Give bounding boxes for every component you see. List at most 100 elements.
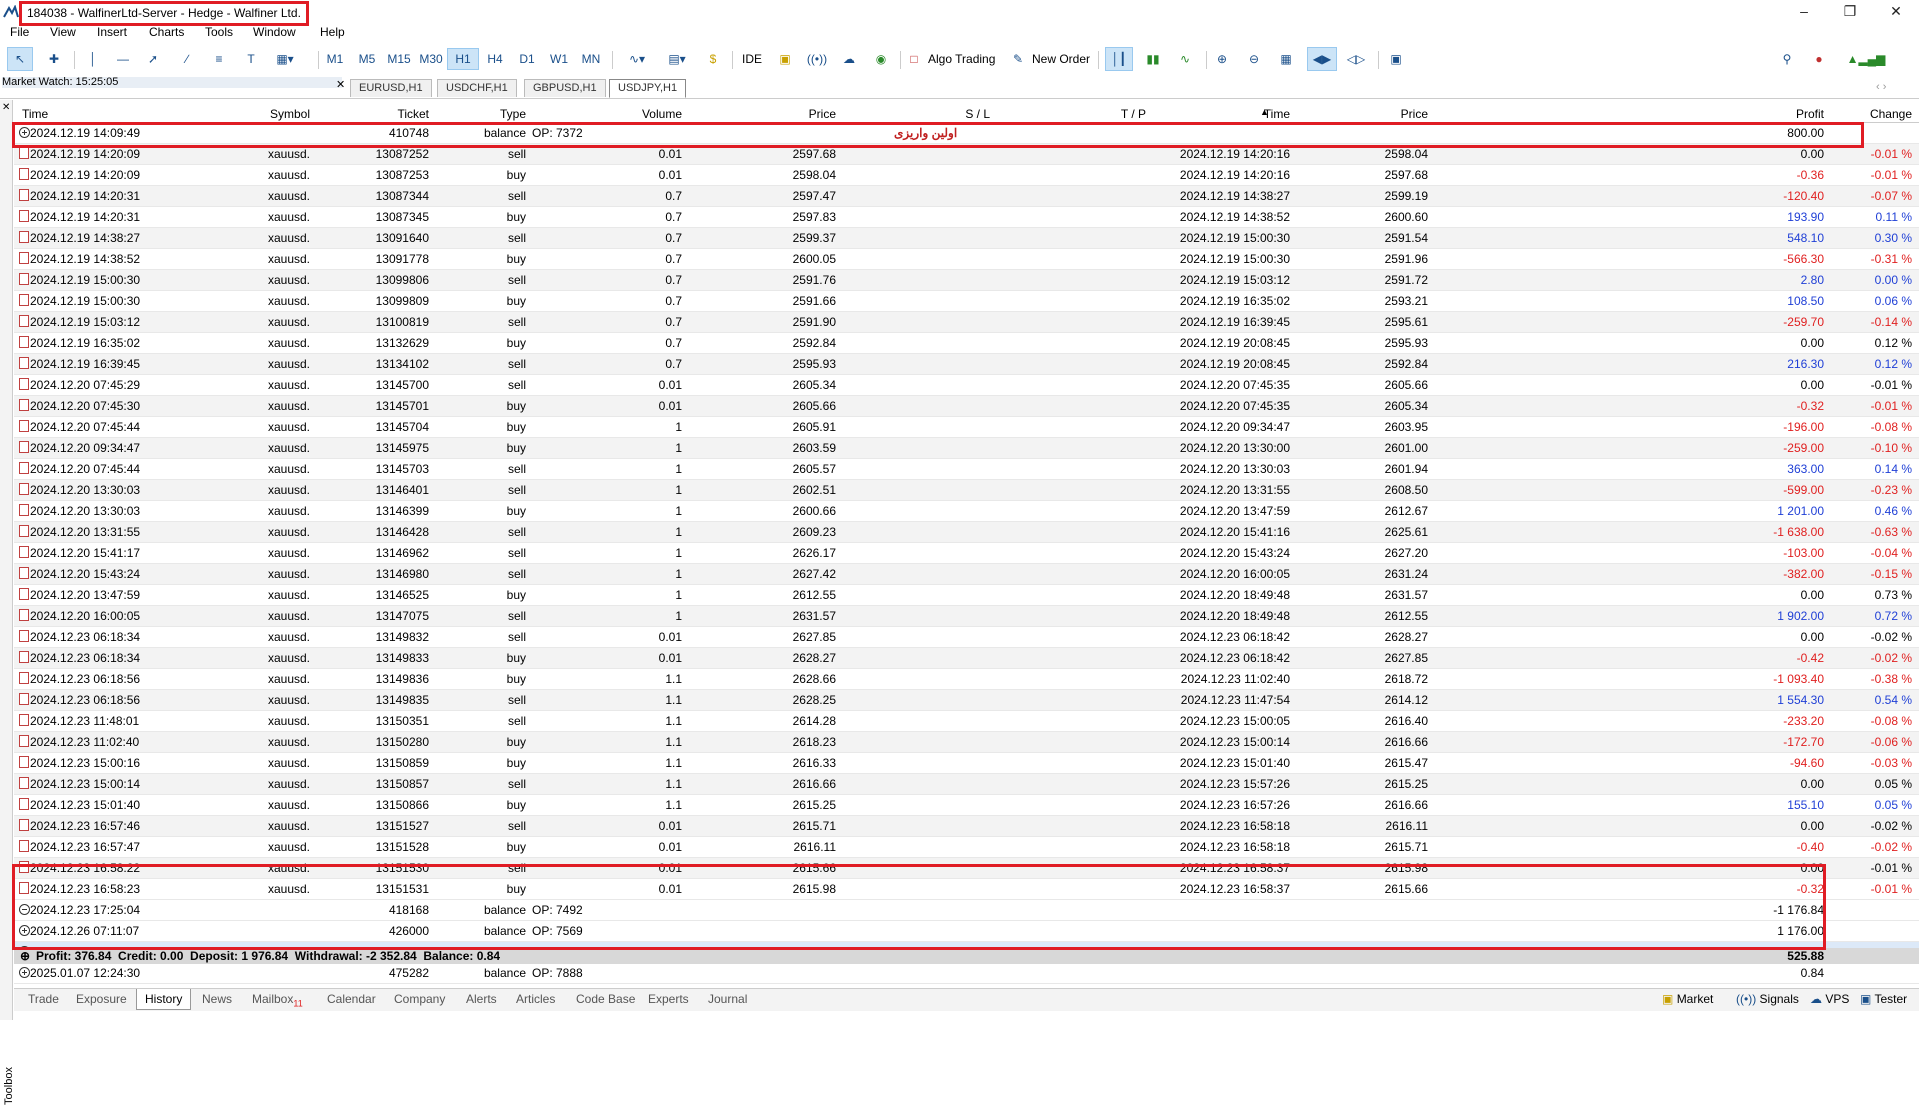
zoom-in-icon[interactable]: ⊕ xyxy=(1210,48,1234,70)
table-row[interactable]: 2024.12.23 15:00:16 xauusd. 13150859 buy 1.1… xyxy=(14,753,1919,774)
table-row[interactable]: 2024.12.19 15:00:30 xauusd. 13099809 buy 0.7… xyxy=(14,291,1919,312)
header-symbol[interactable]: Symbol xyxy=(214,107,310,121)
channel-icon[interactable]: ∕ xyxy=(176,48,198,70)
table-row[interactable]: 2024.12.20 13:47:59 xauusd. 13146525 buy 1 26… xyxy=(14,585,1919,606)
header-type[interactable]: Type xyxy=(444,107,526,121)
tab-journal[interactable]: Journal xyxy=(708,992,747,1006)
table-row[interactable]: 2024.12.20 16:00:05 xauusd. 13147075 sell 1 2… xyxy=(14,606,1919,627)
tab-code-base[interactable]: Code Base xyxy=(576,992,635,1006)
menu-file[interactable]: File xyxy=(10,25,29,39)
menu-tools[interactable]: Tools xyxy=(205,25,233,39)
candlestick-icon[interactable]: ▮▮ xyxy=(1140,48,1166,70)
table-row[interactable]: 2024.12.23 11:48:01 xauusd. 13150351 sell 1.… xyxy=(14,711,1919,732)
table-row[interactable]: 2024.12.19 15:00:30 xauusd. 13099806 sell 0.… xyxy=(14,270,1919,291)
chart-tab-gbpusd[interactable]: GBPUSD,H1 xyxy=(524,79,606,97)
table-row[interactable]: 2024.12.19 14:20:09 xauusd. 13087252 sell 0.… xyxy=(14,144,1919,165)
shapes-icon[interactable]: ▦▾ xyxy=(270,48,300,70)
table-row[interactable]: 2024.12.20 07:45:30 xauusd. 13145701 buy 0.0… xyxy=(14,396,1919,417)
close-button[interactable]: ✕ xyxy=(1876,0,1916,22)
bar-chart-icon[interactable]: │┃ xyxy=(1105,47,1133,71)
table-row[interactable]: 2024.12.20 13:31:55 xauusd. 13146428 sell 1 2… xyxy=(14,522,1919,543)
table-row[interactable]: 2024.12.20 13:30:03 xauusd. 13146401 sell 1 2… xyxy=(14,480,1919,501)
trendline-icon[interactable]: ➚ xyxy=(142,48,164,70)
cursor-icon[interactable]: ↖ xyxy=(7,47,33,71)
line-chart-icon[interactable]: ∿ xyxy=(1172,48,1198,70)
table-row[interactable]: 2024.12.19 14:20:31 xauusd. 13087345 buy 0.7… xyxy=(14,207,1919,228)
chart-tab-usdjpy[interactable]: USDJPY,H1 xyxy=(609,79,687,98)
tab-alerts[interactable]: Alerts xyxy=(466,992,497,1006)
table-row[interactable]: 2024.12.19 14:38:27 xauusd. 13091640 sell 0.… xyxy=(14,228,1919,249)
market-button[interactable]: ▣ Market xyxy=(1662,992,1713,1006)
table-row[interactable]: 2024.12.23 15:00:14 xauusd. 13150857 sell 1.… xyxy=(14,774,1919,795)
notification-icon[interactable]: ● xyxy=(1808,48,1830,70)
header-price[interactable]: Price xyxy=(714,107,836,121)
timeframe-mn[interactable]: MN xyxy=(576,49,606,69)
tab-exposure[interactable]: Exposure xyxy=(76,992,127,1006)
timeframe-w1[interactable]: W1 xyxy=(544,49,574,69)
table-row[interactable]: 2024.12.23 16:58:23 xauusd. 13151531 buy 0.0… xyxy=(14,879,1919,900)
signal-icon[interactable]: ((•)) xyxy=(806,48,828,70)
chart-tab-usdchf[interactable]: USDCHF,H1 xyxy=(437,79,517,97)
autoscroll-icon[interactable]: ◀▶ xyxy=(1307,47,1337,71)
menu-window[interactable]: Window xyxy=(253,25,296,39)
timeframe-d1[interactable]: D1 xyxy=(512,49,542,69)
zoom-out-icon[interactable]: ⊖ xyxy=(1242,48,1266,70)
crosshair-icon[interactable]: ✚ xyxy=(42,48,66,70)
search-icon[interactable]: ⚲ xyxy=(1776,48,1798,70)
table-row[interactable]: 2024.12.23 16:57:46 xauusd. 13151527 sell 0.… xyxy=(14,816,1919,837)
table-row[interactable]: 2024.12.23 15:01:40 xauusd. 13150866 buy 1.1… xyxy=(14,795,1919,816)
timeframe-h1[interactable]: H1 xyxy=(447,48,479,70)
timeframe-m1[interactable]: M1 xyxy=(320,49,350,69)
tab-news[interactable]: News xyxy=(202,992,232,1006)
toolbox-close-icon[interactable]: ✕ xyxy=(2,102,10,113)
table-row[interactable]: 2024.12.19 14:38:52 xauusd. 13091778 buy 0.7… xyxy=(14,249,1919,270)
table-row[interactable]: 2024.12.23 06:18:56 xauusd. 13149836 buy 1.1… xyxy=(14,669,1919,690)
chart-type-icon[interactable]: ∿▾ xyxy=(620,48,654,70)
chart-tab-eurusd[interactable]: EURUSD,H1 xyxy=(350,79,432,97)
menu-charts[interactable]: Charts xyxy=(149,25,184,39)
table-row[interactable]: 2024.12.19 16:39:45 xauusd. 13134102 sell 0.… xyxy=(14,354,1919,375)
menu-insert[interactable]: Insert xyxy=(97,25,127,39)
table-row[interactable]: 2024.12.20 07:45:29 xauusd. 13145700 sell 0.… xyxy=(14,375,1919,396)
table-row[interactable]: 2024.12.19 16:35:02 xauusd. 13132629 buy 0.7… xyxy=(14,333,1919,354)
tab-articles[interactable]: Articles xyxy=(516,992,555,1006)
globe-icon[interactable]: ◉ xyxy=(870,48,892,70)
table-row[interactable]: 2024.12.19 14:20:09 xauusd. 13087253 buy 0.0… xyxy=(14,165,1919,186)
vps-button[interactable]: ☁ VPS xyxy=(1810,992,1849,1006)
header-profit[interactable]: Profit xyxy=(1714,107,1824,121)
header-change[interactable]: Change xyxy=(1834,107,1912,121)
grid-icon[interactable]: ▦ xyxy=(1274,48,1298,70)
header-ticket[interactable]: Ticket xyxy=(324,107,429,121)
lock-icon[interactable]: ▣ xyxy=(774,48,796,70)
vertical-line-icon[interactable]: │ xyxy=(82,48,104,70)
header-sl[interactable]: S / L xyxy=(874,107,990,121)
balance-row[interactable]: 2024.12.26 07:11:07 426000 balance OP: 7569… xyxy=(14,921,1919,942)
menu-view[interactable]: View xyxy=(50,25,76,39)
table-row[interactable]: 2024.12.23 06:18:34 xauusd. 13149832 sell 0.… xyxy=(14,627,1919,648)
tester-button[interactable]: ▣ Tester xyxy=(1860,992,1907,1006)
table-row[interactable]: 2024.12.23 06:18:34 xauusd. 13149833 buy 0.0… xyxy=(14,648,1919,669)
ide-button[interactable]: IDE xyxy=(742,49,762,69)
algo-trading-button[interactable]: Algo Trading xyxy=(928,49,995,69)
balance-row[interactable]: 2024.12.23 17:25:04 418168 balance OP: 7492… xyxy=(14,900,1919,921)
table-row[interactable]: 2024.12.20 07:45:44 xauusd. 13145703 sell 1 2… xyxy=(14,459,1919,480)
minimize-button[interactable]: – xyxy=(1784,0,1824,22)
chart-shift-icon[interactable]: ◁▷ xyxy=(1342,48,1370,70)
menu-help[interactable]: Help xyxy=(320,25,345,39)
new-order-button[interactable]: New Order xyxy=(1032,49,1090,69)
table-row[interactable]: 2024.12.19 14:20:31 xauusd. 13087344 sell 0.… xyxy=(14,186,1919,207)
timeframe-m5[interactable]: M5 xyxy=(352,49,382,69)
table-row[interactable]: 2024.12.23 16:57:47 xauusd. 13151528 buy 0.0… xyxy=(14,837,1919,858)
horizontal-line-icon[interactable]: — xyxy=(112,48,134,70)
tab-experts[interactable]: Experts xyxy=(648,992,689,1006)
table-row[interactable]: 2024.12.20 15:41:17 xauusd. 13146962 sell 1 2… xyxy=(14,543,1919,564)
header-time[interactable]: Time xyxy=(22,107,48,121)
tab-company[interactable]: Company xyxy=(394,992,445,1006)
header-tp[interactable]: T / P xyxy=(1034,107,1146,121)
balance-row[interactable]: 2024.12.19 14:09:49 410748 balance OP: 7372… xyxy=(14,123,1919,144)
tab-history[interactable]: History xyxy=(136,989,192,1010)
table-row[interactable]: 2024.12.23 16:58:22 xauusd. 13151530 sell 0.… xyxy=(14,858,1919,879)
table-row[interactable]: 2024.12.20 07:45:44 xauusd. 13145704 buy 1 26… xyxy=(14,417,1919,438)
header-volume[interactable]: Volume xyxy=(594,107,682,121)
table-row[interactable]: 2024.12.20 13:30:03 xauusd. 13146399 buy 1 26… xyxy=(14,501,1919,522)
